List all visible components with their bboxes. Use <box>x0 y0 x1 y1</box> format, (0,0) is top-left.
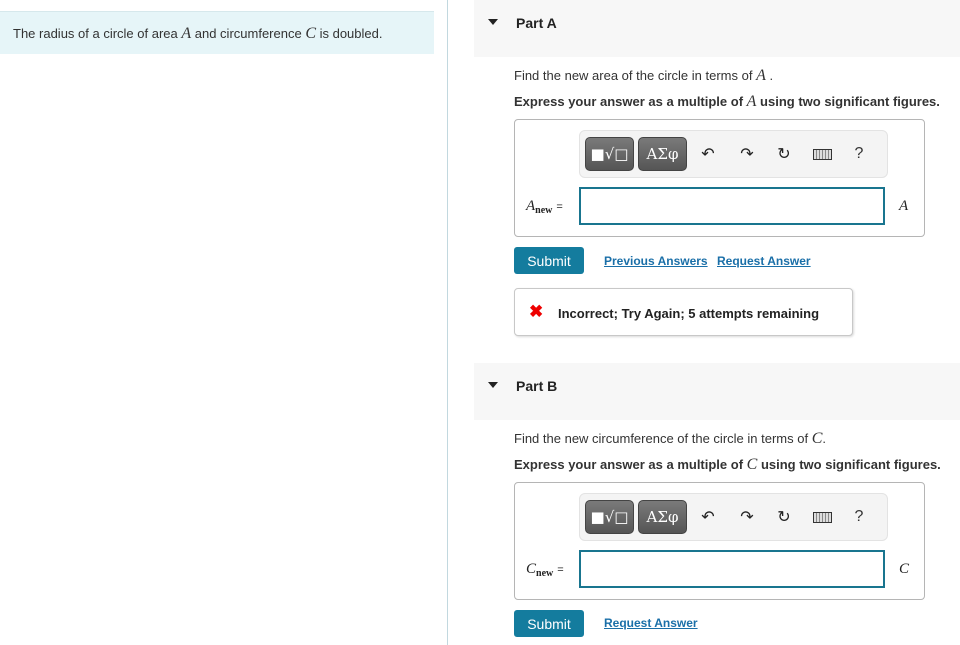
var-subscript: new <box>535 205 553 216</box>
part-b-answer-input[interactable] <box>579 550 885 588</box>
reset-icon[interactable]: ↻ <box>773 506 795 528</box>
answer-variable-label: Cnew = <box>526 561 564 579</box>
undo-icon[interactable]: ↶ <box>697 506 719 528</box>
question-text: Find the new circumference of the circle… <box>514 431 812 446</box>
math-toolbar: ■√□ ΑΣφ ↶ ↷ ↻ ? <box>579 493 888 541</box>
intro-var-a: A <box>181 25 192 42</box>
part-b-submit-button[interactable]: Submit <box>514 610 584 637</box>
answer-unit: A <box>899 198 909 214</box>
question-var: A <box>756 67 766 84</box>
part-a-title: Part A <box>516 15 557 31</box>
part-a-answer-box: ■√□ ΑΣφ ↶ ↷ ↻ ? Anew = A <box>514 119 925 237</box>
part-b-answer-box: ■√□ ΑΣφ ↶ ↷ ↻ ? Cnew = C <box>514 482 925 600</box>
problem-intro: The radius of a circle of area A and cir… <box>0 11 434 54</box>
question-text: Find the new area of the circle in terms… <box>514 68 757 83</box>
var-subscript: new <box>536 568 554 579</box>
keyboard-glyph <box>812 512 832 523</box>
question-var: C <box>811 430 823 447</box>
instruct-text: Express your answer as a multiple of <box>514 94 747 109</box>
templates-button[interactable]: ■√□ <box>585 137 634 171</box>
equals-sign: = <box>557 564 564 576</box>
part-a-submit-button[interactable]: Submit <box>514 247 584 274</box>
keyboard-glyph <box>812 149 832 160</box>
part-a-request-answer-link[interactable]: Request Answer <box>717 254 811 268</box>
question-text-end: . <box>822 431 826 446</box>
intro-var-c: C <box>305 25 316 42</box>
part-b-question: Find the new circumference of the circle… <box>514 430 826 448</box>
previous-answers-link[interactable]: Previous Answers <box>604 254 708 268</box>
part-a-instructions: Express your answer as a multiple of A u… <box>514 93 940 111</box>
equals-sign: = <box>556 201 563 213</box>
keyboard-icon[interactable] <box>811 506 833 528</box>
instruct-text: Express your answer as a multiple of <box>514 457 747 472</box>
question-text-end: . <box>765 68 774 83</box>
intro-text-middle: and circumference <box>191 26 306 41</box>
greek-symbols-button[interactable]: ΑΣφ <box>638 500 687 534</box>
part-a-answer-input[interactable] <box>579 187 885 225</box>
undo-icon[interactable]: ↶ <box>697 143 719 165</box>
instruct-text-end: using two significant figures. <box>757 457 941 472</box>
collapse-triangle-icon[interactable] <box>488 382 498 388</box>
redo-icon[interactable]: ↷ <box>736 143 758 165</box>
help-button[interactable]: ? <box>848 506 870 528</box>
part-a-question: Find the new area of the circle in terms… <box>514 67 773 85</box>
feedback-message: ✖ Incorrect; Try Again; 5 attempts remai… <box>514 288 853 336</box>
answer-variable-label: Anew = <box>526 198 563 216</box>
panel-divider <box>447 0 448 645</box>
templates-button[interactable]: ■√□ <box>585 500 634 534</box>
help-button[interactable]: ? <box>848 143 870 165</box>
greek-symbols-button[interactable]: ΑΣφ <box>638 137 687 171</box>
part-b-instructions: Express your answer as a multiple of C u… <box>514 456 941 474</box>
keyboard-icon[interactable] <box>811 143 833 165</box>
feedback-text: Incorrect; Try Again; 5 attempts remaini… <box>558 306 820 321</box>
collapse-triangle-icon[interactable] <box>488 19 498 25</box>
instruct-var: A <box>746 93 757 110</box>
answer-unit: C <box>899 561 910 577</box>
redo-icon[interactable]: ↷ <box>736 506 758 528</box>
part-b-header[interactable]: Part B <box>474 363 960 420</box>
instruct-var: C <box>746 456 758 473</box>
incorrect-x-icon: ✖ <box>529 302 544 321</box>
reset-icon[interactable]: ↻ <box>773 143 795 165</box>
part-a-header[interactable]: Part A <box>474 0 960 57</box>
math-toolbar: ■√□ ΑΣφ ↶ ↷ ↻ ? <box>579 130 888 178</box>
instruct-text-end: using two significant figures. <box>756 94 940 109</box>
part-b-request-answer-link[interactable]: Request Answer <box>604 616 698 630</box>
var-main: A <box>526 198 536 214</box>
intro-text-after: is doubled. <box>315 26 383 41</box>
var-main: C <box>526 561 537 577</box>
part-b-title: Part B <box>516 378 558 394</box>
intro-text-before: The radius of a circle of area <box>13 26 182 41</box>
